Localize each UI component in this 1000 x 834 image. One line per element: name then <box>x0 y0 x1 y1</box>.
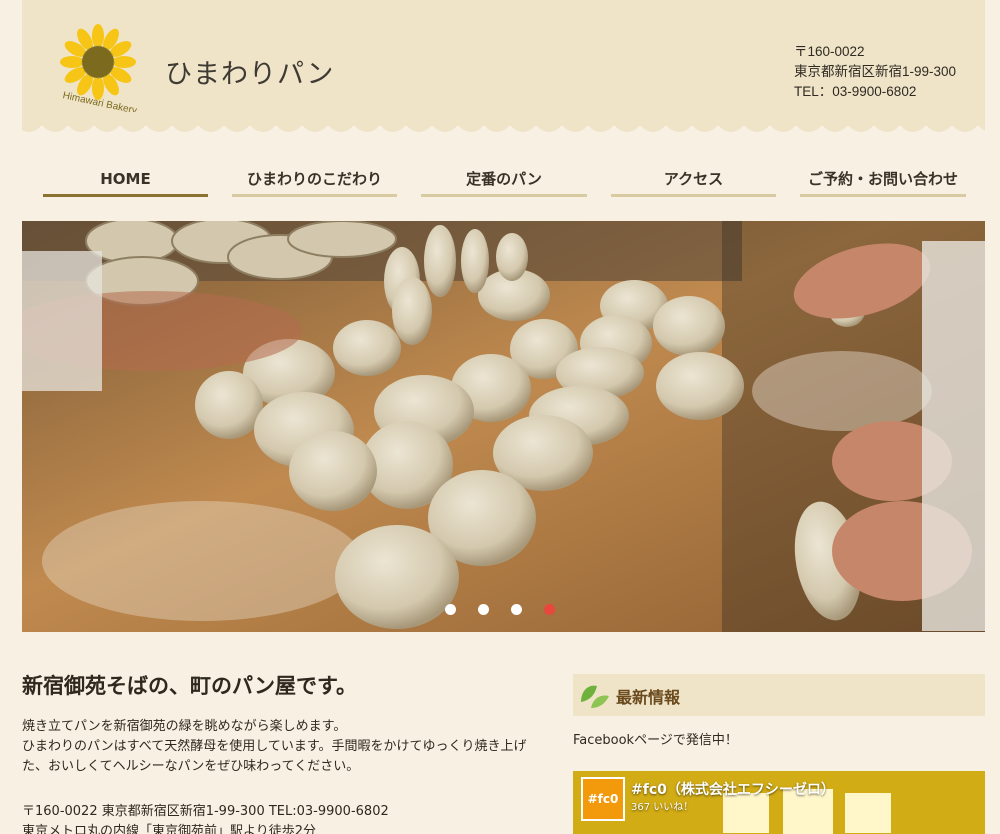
slider-dot-1[interactable] <box>445 604 456 615</box>
postal-code: 〒160-0022 <box>794 44 865 59</box>
facebook-page-name[interactable]: #fc0（株式会社エフシーゼロ） <box>631 779 835 799</box>
nav-standard-bread[interactable]: 定番のパン <box>421 160 587 197</box>
header-contact: 〒160-0022 東京都新宿区新宿1-99-300 TEL：03-9900-6… <box>794 42 956 102</box>
address-line: 〒160-0022 東京都新宿区新宿1-99-300 TEL:03-9900-6… <box>22 804 389 819</box>
nav-access[interactable]: アクセス <box>611 160 776 197</box>
news-title: 最新情報 <box>616 688 681 707</box>
nav-reservation-contact[interactable]: ご予約・お問い合わせ <box>800 160 966 197</box>
sunflower-logo[interactable]: Himawari Bakery <box>56 22 146 117</box>
facebook-likes: 367 いいね！ <box>631 802 694 813</box>
site-title: ひまわりパン <box>165 59 335 90</box>
access-line: 東京メトロ丸の内線「東京御苑前」駅より徒歩2分 <box>22 824 317 834</box>
baking-dough-photo <box>22 221 985 632</box>
leaf-icon <box>581 685 609 708</box>
main-tagline: 新宿御苑そばの、町のパン屋です。 <box>22 673 357 698</box>
nav-home[interactable]: HOME <box>43 160 208 197</box>
intro-line: ひまわりのパンはすべて天然酵母を使用しています。手間暇をかけてゆっくり焼き上げ <box>22 739 527 754</box>
header-scallop-edge <box>22 118 985 138</box>
facebook-text: Facebookページで発信中！ <box>573 733 738 748</box>
facebook-widget[interactable]: #fc0 #fc0（株式会社エフシーゼロ） 367 いいね！ <box>573 771 985 834</box>
nav-kodawari[interactable]: ひまわりのこだわり <box>232 160 397 197</box>
news-heading-box: 最新情報 <box>573 674 985 716</box>
intro-text: 焼き立てパンを新宿御苑の緑を眺めながら楽しめます。 ひまわりのパンはすべて天然酵… <box>22 717 562 777</box>
hero-slider-image[interactable] <box>22 221 985 632</box>
fc0-logo: #fc0 <box>581 777 625 821</box>
intro-line: た、おいしくてヘルシーなパンをぜひ味わってください。 <box>22 759 360 774</box>
intro-line: 焼き立てパンを新宿御苑の緑を眺めながら楽しめます。 <box>22 719 347 734</box>
main-nav: HOME ひまわりのこだわり 定番のパン アクセス ご予約・お問い合わせ <box>43 160 966 198</box>
slider-dot-2[interactable] <box>478 604 489 615</box>
header-tel: TEL：03-9900-6802 <box>794 84 917 99</box>
header-address: 東京都新宿区新宿1-99-300 <box>794 64 957 79</box>
slider-dot-3[interactable] <box>511 604 522 615</box>
slider-dot-4[interactable] <box>544 604 555 615</box>
sunflower-icon: Himawari Bakery <box>60 24 138 117</box>
shop-address: 〒160-0022 東京都新宿区新宿1-99-300 TEL:03-9900-6… <box>22 802 562 834</box>
